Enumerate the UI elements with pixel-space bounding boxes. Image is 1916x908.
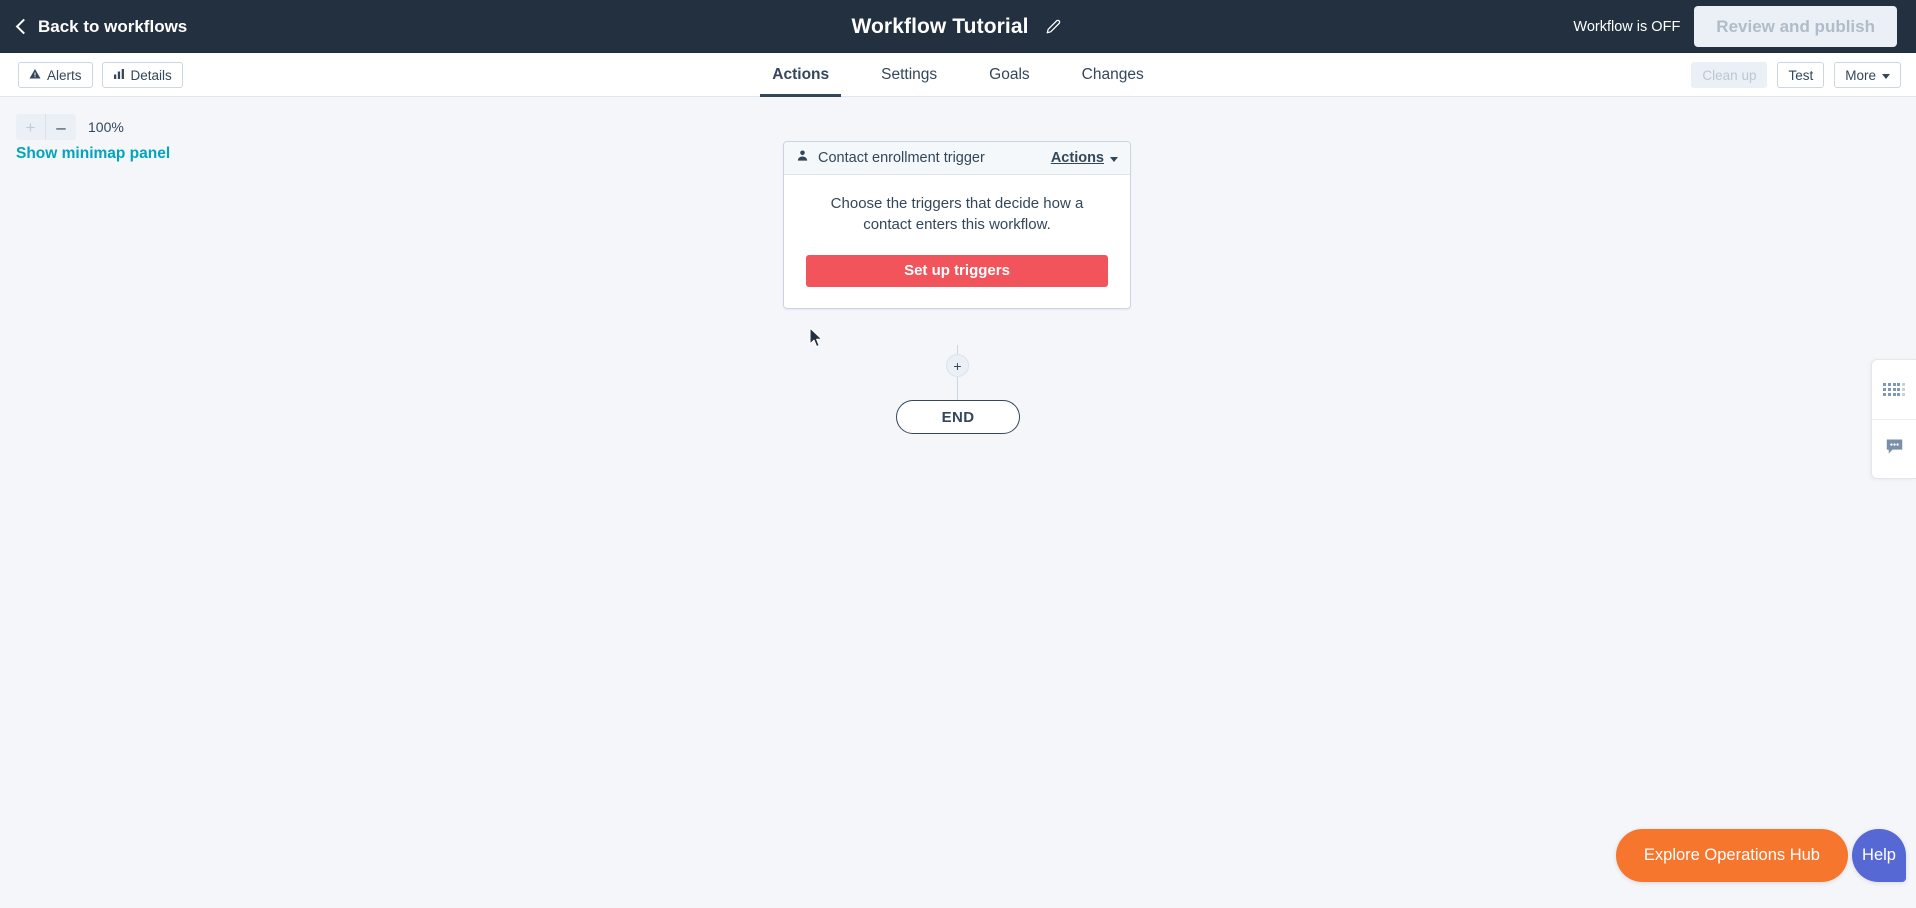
tab-goals[interactable]: Goals bbox=[963, 53, 1056, 97]
workflow-flow-column: Contact enrollment trigger Actions Choos… bbox=[783, 141, 1133, 434]
dock-item-apps[interactable] bbox=[1872, 360, 1916, 419]
chevron-down-icon bbox=[1110, 156, 1118, 162]
tab-changes[interactable]: Changes bbox=[1056, 53, 1170, 97]
trigger-card-header: Contact enrollment trigger Actions bbox=[784, 142, 1130, 175]
tab-actions[interactable]: Actions bbox=[746, 53, 855, 97]
back-to-workflows-label: Back to workflows bbox=[38, 16, 188, 36]
workflow-tabs: Actions Settings Goals Changes bbox=[0, 53, 1916, 97]
chat-bubble-icon bbox=[1885, 438, 1904, 460]
set-up-triggers-button[interactable]: Set up triggers bbox=[806, 254, 1108, 287]
zoom-out-button[interactable]: – bbox=[46, 114, 76, 140]
mouse-cursor bbox=[809, 327, 823, 348]
trigger-card-body: Choose the triggers that decide how a co… bbox=[784, 175, 1130, 308]
help-button[interactable]: Help bbox=[1852, 829, 1906, 882]
top-navigation-bar: Back to workflows Workflow Tutorial Work… bbox=[0, 0, 1916, 53]
zoom-level-label: 100% bbox=[88, 119, 124, 135]
workflow-canvas[interactable]: + – 100% Show minimap panel Contact enro… bbox=[0, 97, 1916, 908]
explore-operations-hub-button[interactable]: Explore Operations Hub bbox=[1615, 829, 1848, 882]
trigger-card-actions-menu[interactable]: Actions bbox=[1051, 150, 1118, 166]
add-step-button[interactable]: + bbox=[946, 354, 969, 377]
toolbar-right-group: Clean up Test More bbox=[1691, 53, 1901, 97]
more-button-label: More bbox=[1845, 67, 1876, 83]
trigger-card-title: Contact enrollment trigger bbox=[818, 150, 985, 166]
pencil-icon[interactable] bbox=[1043, 16, 1065, 38]
page-title: Workflow Tutorial bbox=[851, 14, 1029, 38]
contact-enrollment-trigger-card: Contact enrollment trigger Actions Choos… bbox=[783, 141, 1131, 309]
zoom-in-button[interactable]: + bbox=[16, 114, 46, 140]
end-node[interactable]: END bbox=[896, 400, 1020, 434]
chevron-left-icon bbox=[15, 18, 32, 35]
dock-item-chat[interactable] bbox=[1872, 419, 1916, 478]
zoom-button-group: + – bbox=[16, 114, 76, 140]
right-side-dock bbox=[1871, 359, 1916, 479]
clean-up-button[interactable]: Clean up bbox=[1691, 62, 1768, 88]
review-and-publish-button[interactable]: Review and publish bbox=[1694, 6, 1897, 47]
workflow-toolbar: Alerts Details Actions Settings Goals Ch… bbox=[0, 53, 1916, 97]
show-minimap-panel-link[interactable]: Show minimap panel bbox=[16, 145, 170, 163]
test-button[interactable]: Test bbox=[1777, 62, 1825, 88]
trigger-card-description: Choose the triggers that decide how a co… bbox=[830, 195, 1084, 234]
chevron-down-icon bbox=[1882, 73, 1890, 79]
contact-person-icon bbox=[796, 149, 809, 167]
apps-grid-icon bbox=[1883, 383, 1905, 396]
zoom-controls: + – 100% bbox=[16, 114, 124, 140]
tab-settings[interactable]: Settings bbox=[855, 53, 963, 97]
top-bar-right-group: Workflow is OFF Review and publish bbox=[1573, 0, 1916, 53]
trigger-card-actions-label: Actions bbox=[1050, 150, 1104, 166]
more-button[interactable]: More bbox=[1834, 62, 1901, 88]
back-to-workflows-link[interactable]: Back to workflows bbox=[15, 16, 188, 37]
workflow-status-text: Workflow is OFF bbox=[1573, 18, 1681, 35]
